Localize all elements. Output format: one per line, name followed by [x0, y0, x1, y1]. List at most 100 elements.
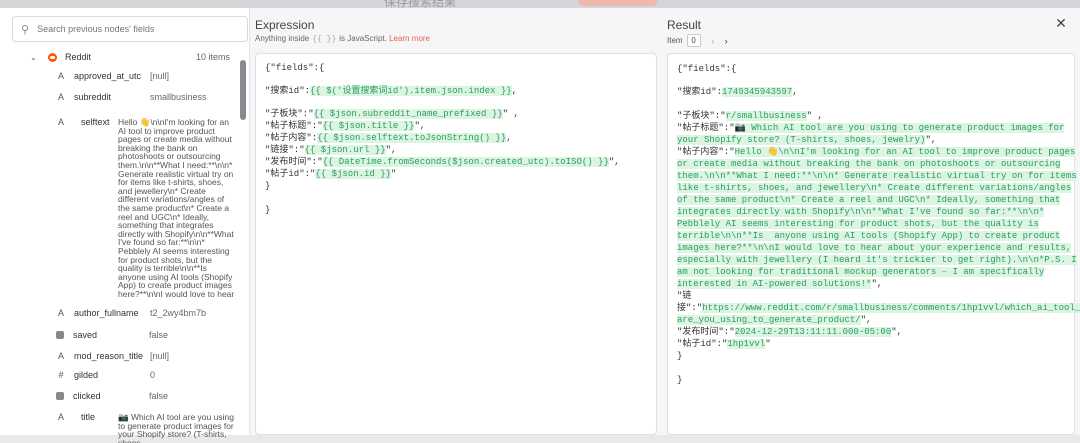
item-label: Item — [667, 36, 683, 45]
expression-token: {{ $json.title }} — [322, 121, 415, 131]
search-icon: ⚲ — [21, 23, 30, 36]
node-item-count: 10 items — [195, 52, 230, 62]
expression-token: {{ $('设置搜索词id').item.json.index }} — [310, 86, 512, 96]
field-key: approved_at_utc — [74, 71, 142, 81]
field-value: false — [149, 391, 169, 401]
result-value: or create media without breaking the ban… — [677, 159, 1061, 169]
field-key: mod_reason_title — [74, 351, 144, 361]
expression-editor-modal: ⚲ ⌄ Reddit 10 items Aapproved_at_utc [nul… — [0, 8, 1080, 443]
expression-line: } — [265, 181, 271, 191]
item-index[interactable]: 0 — [686, 34, 701, 47]
field-row[interactable]: clicked false — [55, 390, 235, 402]
result-line: your Shopify store? (T-shirts, shoes, je… — [677, 135, 937, 145]
field-value: t2_2wy4bm7b — [150, 308, 207, 318]
field-search[interactable]: ⚲ — [12, 16, 248, 42]
field-row[interactable]: saved false — [55, 329, 235, 341]
backdrop-text: 保存搜索结果 — [384, 0, 457, 8]
result-value: Hello 👋\n\nI'm looking for an AI tool to… — [734, 147, 1076, 157]
close-icon[interactable]: ✕ — [1055, 16, 1067, 30]
result-value: 1hp1vvl — [727, 339, 766, 349]
field-value: false — [149, 330, 169, 340]
field-value: 0 — [150, 370, 156, 380]
result-value: your Shopify store? (T-shirts, shoes, je… — [677, 135, 926, 145]
chevron-down-icon[interactable]: ⌄ — [30, 53, 48, 62]
result-panel: Result Item 0 ‹ › {"fields":{"搜索id":1749… — [662, 8, 1080, 435]
result-line: "链 — [677, 291, 692, 301]
string-type-icon: A — [57, 92, 64, 102]
node-name: Reddit — [65, 52, 92, 62]
result-line: } — [677, 351, 683, 361]
result-value: integrates directly with Shopify\n\n**Wh… — [677, 207, 1045, 217]
result-line: images here?**\n\nI would love to hear a… — [677, 242, 1072, 254]
result-line: Pebblely AI seems interesting for produc… — [677, 218, 1039, 230]
string-type-icon: A — [57, 412, 64, 422]
result-line: terrible\n\n**Is anyone using AI tools (… — [677, 230, 1061, 242]
result-line: am not looking for traditional mockup ge… — [677, 266, 1045, 278]
expression-line: "帖子id":"{{ $json.id }}" — [265, 169, 397, 179]
expression-token: {{ DateTime.fromSeconds($json.created_ut… — [322, 157, 609, 167]
search-input[interactable] — [37, 24, 228, 34]
item-selector: Item 0 ‹ › — [667, 34, 733, 47]
string-type-icon: A — [57, 308, 64, 318]
result-line: } — [677, 375, 683, 385]
result-line: especially with jewellery (I heard it's … — [677, 254, 1077, 266]
expression-editor[interactable]: {"fields":{ "搜索id":{{ $('设置搜索词id').item.j… — [255, 53, 657, 435]
prev-item-icon[interactable]: ‹ — [712, 36, 715, 46]
expression-line: "帖子标题":"{{ $json.title }}", — [265, 121, 426, 131]
next-item-icon[interactable]: › — [725, 36, 728, 46]
string-type-icon: A — [57, 351, 64, 361]
expression-line: "子板块":"{{ $json.subreddit_name_prefixed … — [265, 109, 519, 119]
expression-token: {{ $json.id }} — [315, 169, 392, 179]
field-row[interactable]: # gilded 0 — [55, 369, 235, 381]
result-preview: {"fields":{"搜索id":1749345943597, "子板块":"r… — [667, 53, 1080, 435]
learn-more-link[interactable]: Learn more — [389, 34, 430, 43]
field-key: author_fullname — [74, 308, 139, 318]
number-type-icon: # — [58, 370, 64, 380]
result-value: 📷 Which AI tool are you using to generat… — [734, 123, 1065, 133]
result-value: https://www.reddit.com/r/smallbusiness/c… — [702, 303, 1080, 313]
expression-token: {{ $json.selftext.toJsonString() }} — [317, 133, 507, 143]
node-reddit[interactable]: ⌄ Reddit 10 items — [30, 50, 230, 64]
field-key: clicked — [73, 391, 101, 401]
expression-line: {"fields":{ — [265, 63, 325, 73]
result-line: interested in AI-powered solutions!*", — [677, 279, 883, 289]
result-value: images here?**\n\nI would love to hear a… — [677, 243, 1072, 253]
field-key: subreddit — [74, 92, 112, 102]
backdrop-button — [578, 0, 658, 6]
result-value: 1749345943597 — [722, 87, 793, 97]
result-value: them.\n\n**What I need:**\n\n* Generate … — [677, 171, 1077, 181]
scrollbar[interactable] — [240, 60, 246, 120]
field-key: saved — [73, 330, 98, 340]
field-row[interactable]: Asubreddit smallbusiness — [55, 91, 235, 103]
field-value: Hello 👋\n\nI'm looking for an AI tool to… — [118, 118, 235, 297]
result-value: are_you_using_to_generate_product/ — [677, 315, 861, 325]
result-value: Pebblely AI seems interesting for produc… — [677, 219, 1039, 229]
string-type-icon: A — [57, 117, 64, 127]
expression-line: "帖子内容":{{ $json.selftext.toJsonString() … — [265, 133, 512, 143]
field-row[interactable]: Amod_reason_title [null] — [55, 350, 235, 362]
input-fields-panel: ⚲ ⌄ Reddit 10 items Aapproved_at_utc [nul… — [0, 8, 250, 443]
field-row[interactable]: Aauthor_fullname t2_2wy4bm7b — [55, 307, 235, 319]
result-value: interested in AI-powered solutions!* — [677, 279, 872, 289]
result-line: integrates directly with Shopify\n\n**Wh… — [677, 206, 1045, 218]
field-value: 📷 Which AI tool are you using to generat… — [118, 413, 234, 443]
result-line: "帖子标题":"📷 Which AI tool are you using to… — [677, 123, 1065, 133]
result-line: 接":"https://www.reddit.com/r/smallbusine… — [677, 303, 1080, 313]
reddit-icon — [48, 52, 57, 62]
expression-token: {{ $json.subreddit_name_prefixed }} — [313, 109, 503, 119]
expression-line: "搜索id":{{ $('设置搜索词id').item.json.index }… — [265, 86, 518, 96]
result-line: "搜索id":1749345943597, — [677, 87, 798, 97]
result-line: are_you_using_to_generate_product/", — [677, 315, 872, 325]
expression-panel: Expression Anything inside{{ }} is JavaSc… — [250, 8, 662, 435]
result-line: "帖子内容":"Hello 👋\n\nI'm looking for an AI… — [677, 147, 1076, 157]
result-value: 2024-12-29T13:11:11.000-05:00 — [734, 327, 892, 337]
expression-token: {{ $json.url }} — [304, 145, 386, 155]
field-row[interactable]: Aapproved_at_utc [null] — [55, 70, 235, 82]
result-value: of the same product\n* Create a reel and… — [677, 195, 1061, 205]
expression-line: "链接":"{{ $json.url }}", — [265, 145, 397, 155]
result-line: or create media without breaking the ban… — [677, 158, 1061, 170]
expression-line: } — [265, 205, 271, 215]
field-value: [null] — [150, 71, 170, 81]
boolean-type-icon — [56, 331, 64, 339]
field-key: gilded — [74, 370, 99, 380]
